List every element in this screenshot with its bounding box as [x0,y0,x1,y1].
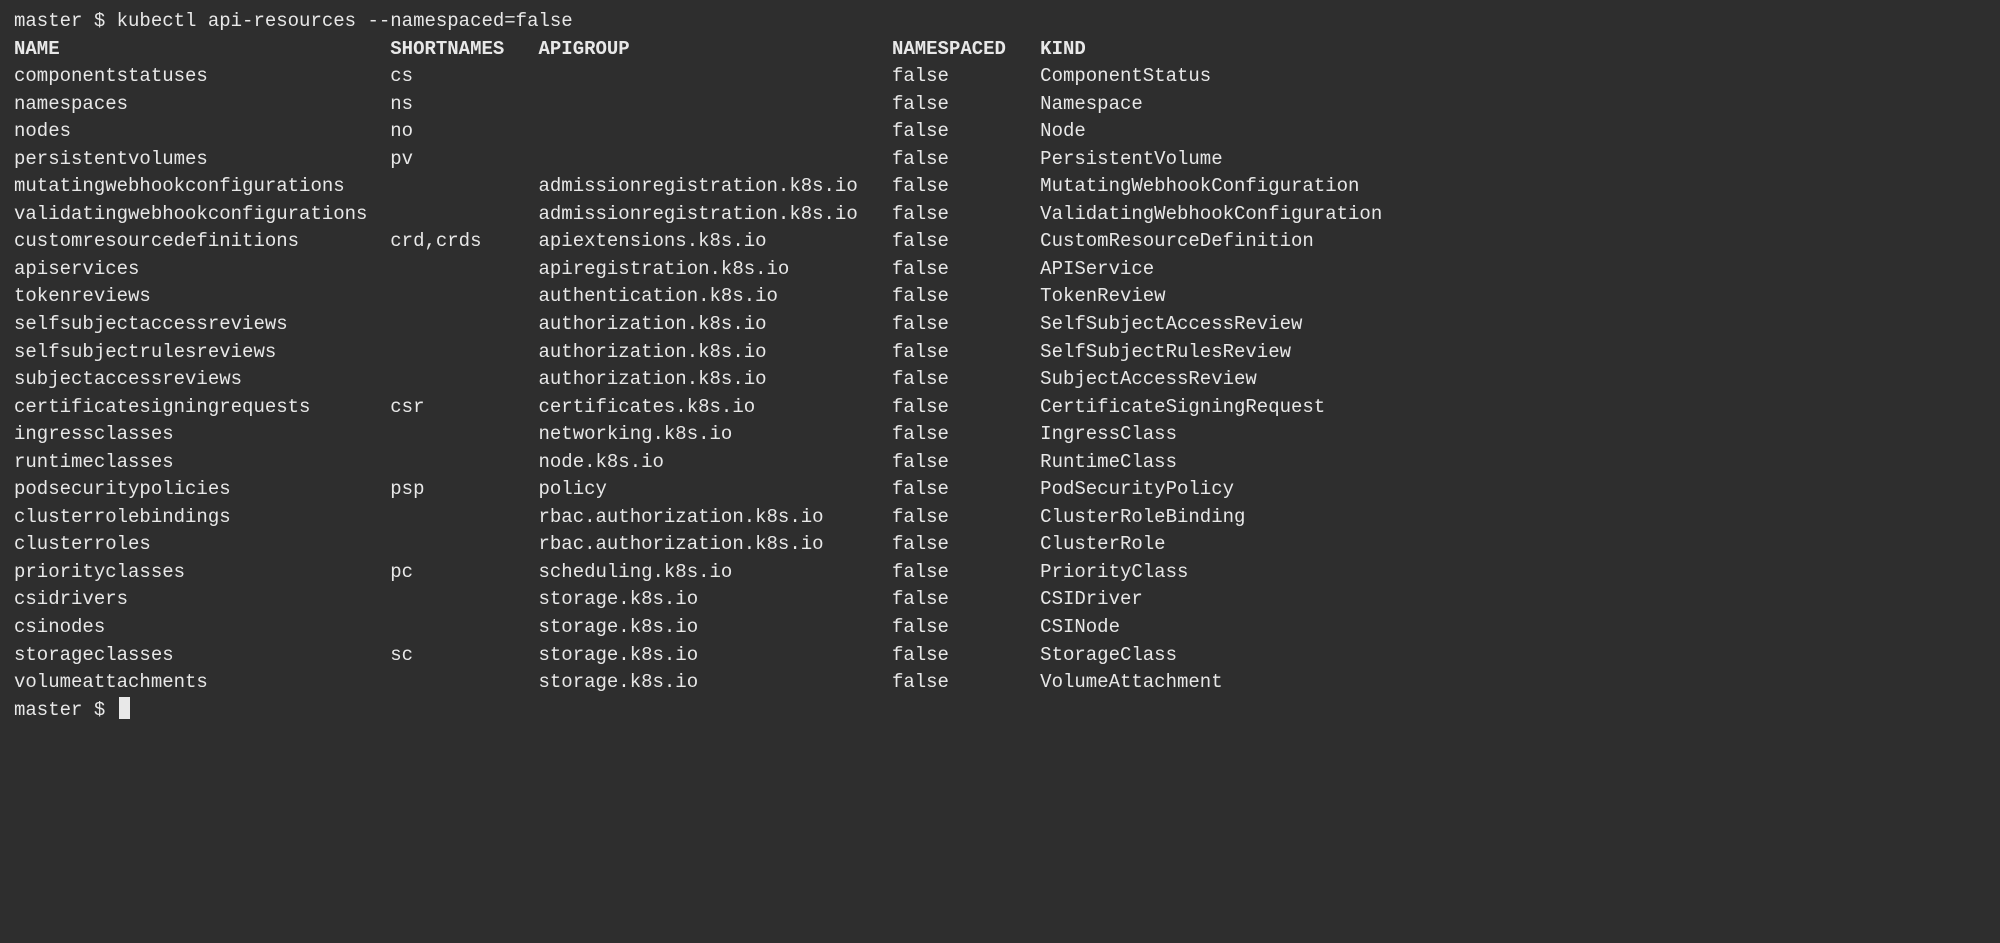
command-line: master $ kubectl api-resources --namespa… [14,8,1986,36]
table-row: nodes no false Node [14,118,1986,146]
table-row: apiservices apiregistration.k8s.io false… [14,256,1986,284]
table-row: runtimeclasses node.k8s.io false Runtime… [14,449,1986,477]
table-row: csidrivers storage.k8s.io false CSIDrive… [14,586,1986,614]
table-row: componentstatuses cs false ComponentStat… [14,63,1986,91]
table-row: validatingwebhookconfigurations admissio… [14,201,1986,229]
table-row: tokenreviews authentication.k8s.io false… [14,283,1986,311]
table-row: ingressclasses networking.k8s.io false I… [14,421,1986,449]
table-row: customresourcedefinitions crd,crds apiex… [14,228,1986,256]
table-row: clusterrolebindings rbac.authorization.k… [14,504,1986,532]
table-row: subjectaccessreviews authorization.k8s.i… [14,366,1986,394]
table-row: mutatingwebhookconfigurations admissionr… [14,173,1986,201]
table-header-row: NAME SHORTNAMES APIGROUP NAMESPACED KIND [14,36,1986,64]
table-row: selfsubjectaccessreviews authorization.k… [14,311,1986,339]
table-row: volumeattachments storage.k8s.io false V… [14,669,1986,697]
table-row: csinodes storage.k8s.io false CSINode [14,614,1986,642]
api-resources-table: NAME SHORTNAMES APIGROUP NAMESPACED KIND… [14,36,1986,697]
table-row: persistentvolumes pv false PersistentVol… [14,146,1986,174]
table-row: selfsubjectrulesreviews authorization.k8… [14,339,1986,367]
table-row: clusterroles rbac.authorization.k8s.io f… [14,531,1986,559]
prompt-text: master $ [14,699,117,721]
table-row: certificatesigningrequests csr certifica… [14,394,1986,422]
table-row: storageclasses sc storage.k8s.io false S… [14,642,1986,670]
table-row: podsecuritypolicies psp policy false Pod… [14,476,1986,504]
table-row: namespaces ns false Namespace [14,91,1986,119]
cursor-icon [119,697,130,719]
next-prompt[interactable]: master $ [14,697,1986,725]
terminal-output[interactable]: master $ kubectl api-resources --namespa… [14,8,1986,724]
table-row: priorityclasses pc scheduling.k8s.io fal… [14,559,1986,587]
